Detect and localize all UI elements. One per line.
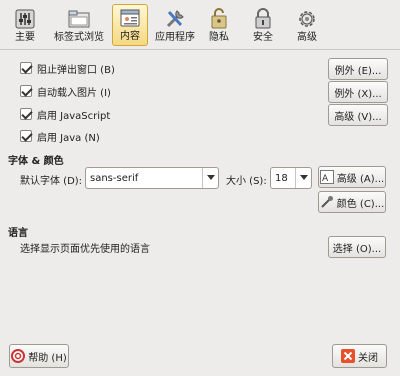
tab-main[interactable]: 主要 xyxy=(8,4,42,46)
tab-security[interactable]: 安全 xyxy=(248,4,278,46)
content-icon xyxy=(120,9,140,27)
font-size-select[interactable]: 18 xyxy=(270,167,312,189)
tab-label: 高级 xyxy=(297,32,317,43)
load-images-checkbox[interactable] xyxy=(20,85,32,97)
close-label: 关闭 xyxy=(358,352,378,364)
font-size-label: 大小 (S): xyxy=(226,176,267,187)
lock-icon xyxy=(255,8,271,29)
color-picker-icon xyxy=(321,196,333,208)
load-images-option[interactable]: 自动载入图片 (I) xyxy=(20,82,111,100)
default-font-select[interactable]: sans-serif xyxy=(85,167,219,189)
tab-label: 内容 xyxy=(120,31,140,42)
privacy-icon xyxy=(211,8,227,29)
enable-java-option[interactable]: 启用 Java (N) xyxy=(20,127,100,145)
gear-icon xyxy=(299,11,315,27)
tab-privacy[interactable]: 隐私 xyxy=(204,4,234,46)
applications-icon xyxy=(166,10,184,28)
tab-label: 隐私 xyxy=(209,32,229,43)
load-images-label: 自动载入图片 (I) xyxy=(37,87,111,99)
image-exceptions-button[interactable]: 例外 (X)... xyxy=(328,81,388,103)
preferences-toolbar: 主要 标签式浏览 内容 应用程序 隐私 安全 高级 xyxy=(0,0,400,50)
choose-language-button[interactable]: 选择 (O)... xyxy=(328,236,386,258)
enable-javascript-checkbox[interactable] xyxy=(20,108,32,120)
fonts-advanced-label: 高级 (A)... xyxy=(336,173,385,185)
font-size-value: 18 xyxy=(275,172,288,184)
help-button[interactable]: 帮助 (H) xyxy=(9,344,69,368)
close-button[interactable]: 关闭 xyxy=(332,344,387,368)
popup-exceptions-button[interactable]: 例外 (E)... xyxy=(328,58,388,80)
enable-javascript-option[interactable]: 启用 JavaScript xyxy=(20,105,110,123)
block-popups-option[interactable]: 阻止弹出窗口 (B) xyxy=(20,59,115,77)
close-icon xyxy=(341,349,355,363)
help-label: 帮助 (H) xyxy=(28,352,67,364)
svg-text:A: A xyxy=(322,174,329,184)
language-description: 选择显示页面优先使用的语言 xyxy=(20,244,150,255)
font-icon: A xyxy=(319,170,334,184)
language-heading: 语言 xyxy=(8,228,28,239)
tab-label: 标签式浏览 xyxy=(54,32,104,43)
help-icon xyxy=(11,349,26,363)
enable-javascript-label: 启用 JavaScript xyxy=(37,110,111,122)
colors-label: 颜色 (C)... xyxy=(336,198,385,210)
chevron-down-icon xyxy=(202,168,218,188)
javascript-advanced-button[interactable]: 高级 (V)... xyxy=(328,104,388,126)
sliders-icon xyxy=(15,9,35,29)
tab-label: 应用程序 xyxy=(155,32,195,43)
block-popups-checkbox[interactable] xyxy=(20,62,32,74)
tab-tabbed-browsing[interactable]: 标签式浏览 xyxy=(50,4,108,46)
tabs-icon xyxy=(68,10,90,28)
tab-label: 安全 xyxy=(253,32,273,43)
colors-button[interactable]: 颜色 (C)... xyxy=(318,191,386,213)
tab-label: 主要 xyxy=(15,32,35,43)
block-popups-label: 阻止弹出窗口 (B) xyxy=(37,64,115,76)
default-font-label: 默认字体 (D): xyxy=(20,176,83,187)
tab-content[interactable]: 内容 xyxy=(112,4,148,46)
default-font-value: sans-serif xyxy=(90,172,139,184)
chevron-down-icon xyxy=(295,168,311,188)
fonts-colors-heading: 字体 & 颜色 xyxy=(8,156,64,167)
enable-java-label: 启用 Java (N) xyxy=(37,132,100,144)
tab-advanced[interactable]: 高级 xyxy=(292,4,322,46)
fonts-advanced-button[interactable]: A 高级 (A)... xyxy=(318,166,386,188)
enable-java-checkbox[interactable] xyxy=(20,130,32,142)
tab-applications[interactable]: 应用程序 xyxy=(152,4,198,46)
